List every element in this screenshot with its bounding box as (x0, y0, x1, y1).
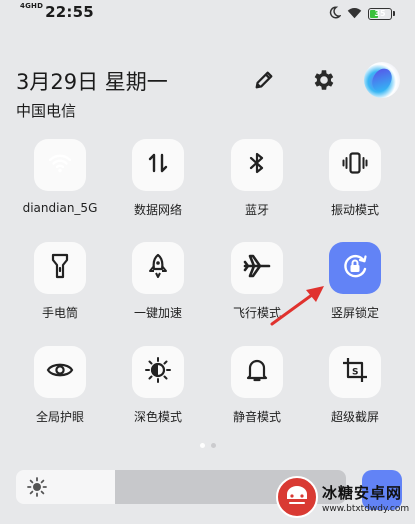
watermark-url: www.btxtdwdy.com (322, 504, 410, 514)
flashlight-icon (50, 253, 70, 283)
rocket-icon (147, 253, 169, 283)
tile-eye-care-label: 全局护眼 (35, 410, 84, 424)
page-dot-current (200, 443, 205, 448)
edit-pencil-icon[interactable] (248, 64, 280, 96)
status-right: 35 (328, 4, 395, 23)
tile-wifi-label: diandian_5G (22, 201, 98, 215)
rotation-lock-icon (341, 252, 369, 284)
eye-icon (46, 360, 74, 384)
tile-vibrate-label: 振动模式 (330, 203, 379, 217)
page-indicator (200, 443, 216, 448)
bell-icon (245, 357, 269, 387)
tile-flashlight-label: 手电筒 (41, 306, 78, 320)
tile-screenshot-label: 超级截屏 (330, 410, 379, 424)
avatar-swirl (368, 65, 396, 95)
tile-dark-mode-box[interactable] (132, 346, 184, 398)
tile-dark-mode[interactable]: 深色模式 (113, 346, 203, 446)
tile-bluetooth-box[interactable] (231, 139, 283, 191)
wifi-icon (347, 4, 362, 23)
tile-silent[interactable]: 静音模式 (212, 346, 302, 446)
settings-gear-icon[interactable] (308, 64, 340, 96)
carrier-name: 中国电信 (16, 102, 77, 120)
tile-bluetooth-label: 蓝牙 (244, 203, 269, 217)
status-time: 22:55 (45, 3, 94, 21)
date-text: 3月29日 星期一 (16, 70, 168, 94)
tile-flashlight[interactable]: 手电筒 (15, 242, 105, 342)
dark-mode-icon (144, 356, 172, 388)
watermark-logo-icon (276, 476, 318, 518)
tile-eye-care[interactable]: 全局护眼 (15, 346, 105, 446)
tile-boost-box[interactable] (132, 242, 184, 294)
tile-silent-label: 静音模式 (232, 410, 281, 424)
vibrate-icon (342, 151, 368, 179)
screenshot-icon: S (341, 356, 369, 388)
bluetooth-icon (247, 151, 267, 179)
red-arrow-icon (268, 282, 328, 330)
tile-boost[interactable]: 一键加速 (113, 242, 203, 342)
tile-silent-box[interactable] (231, 346, 283, 398)
watermark: 冰糖安卓网 www.btxtdwdy.com (270, 468, 415, 524)
wifi-icon (48, 152, 72, 178)
tile-screenshot[interactable]: S 超级截屏 (310, 346, 400, 446)
battery-level: 35 (374, 8, 386, 18)
moon-icon (328, 4, 342, 23)
tile-mobile-data-box[interactable] (132, 139, 184, 191)
tile-wifi[interactable]: diandian_5G (15, 139, 105, 239)
account-avatar-icon[interactable] (364, 62, 400, 98)
tile-boost-label: 一键加速 (133, 306, 182, 320)
tile-flashlight-box[interactable] (34, 242, 86, 294)
mobile-data-icon (147, 152, 169, 178)
tile-rotation-lock-box[interactable] (329, 242, 381, 294)
tile-mobile-data-label: 数据网络 (133, 203, 182, 217)
airplane-icon (243, 253, 271, 283)
svg-text:S: S (352, 368, 358, 378)
page-dot (211, 443, 216, 448)
status-left: 4GHD 22:55 (20, 2, 94, 22)
battery-icon: 35 (368, 7, 392, 20)
tile-wifi-box[interactable] (34, 139, 86, 191)
tile-vibrate-box[interactable] (329, 139, 381, 191)
watermark-title: 冰糖安卓网 (322, 484, 403, 502)
tile-vibrate[interactable]: 振动模式 (310, 139, 400, 239)
brightness-icon (26, 476, 48, 502)
network-type: 4GHD (20, 2, 44, 10)
tile-eye-care-box[interactable] (34, 346, 86, 398)
tile-dark-mode-label: 深色模式 (133, 410, 182, 424)
tile-screenshot-box[interactable]: S (329, 346, 381, 398)
tile-mobile-data[interactable]: 数据网络 (113, 139, 203, 239)
status-bar: 4GHD 22:55 35 (0, 0, 415, 24)
battery-tip (393, 11, 395, 16)
tile-bluetooth[interactable]: 蓝牙 (212, 139, 302, 239)
